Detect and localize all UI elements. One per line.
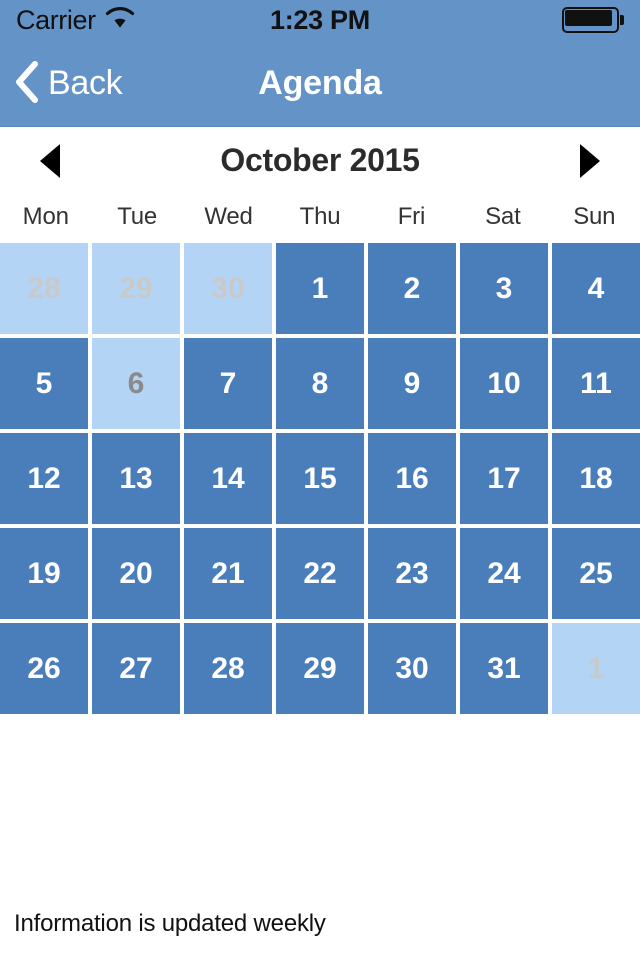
previous-month-button[interactable] [6,143,94,178]
chevron-left-icon [14,60,40,107]
calendar-day-cell[interactable]: 12 [0,433,88,524]
month-navigation-bar: October 2015 [0,127,640,194]
month-year-label: October 2015 [220,142,420,178]
status-bar-left: Carrier [16,5,135,36]
status-bar-right [562,7,624,33]
navigation-bar: Back Agenda [0,40,640,127]
calendar-day-cell[interactable]: 28 [0,243,88,334]
weekday-header-row: Mon Tue Wed Thu Fri Sat Sun [0,194,640,239]
calendar-day-cell[interactable]: 18 [552,433,640,524]
calendar-day-cell[interactable]: 9 [368,338,456,429]
calendar-day-cell[interactable]: 27 [92,623,180,714]
weekday-label-tue: Tue [117,202,158,230]
carrier-label: Carrier [16,4,96,35]
weekday-label-wed: Wed [204,202,253,230]
calendar-day-cell[interactable]: 29 [276,623,364,714]
calendar-day-cell[interactable]: 23 [368,528,456,619]
calendar-day-cell[interactable]: 8 [276,338,364,429]
weekday-label-sun: Sun [573,202,616,230]
footer-note: Information is updated weekly [14,910,326,937]
triangle-left-icon [40,143,60,178]
back-button-label: Back [48,63,123,102]
calendar-day-cell[interactable]: 15 [276,433,364,524]
next-month-button[interactable] [546,143,634,178]
calendar-day-cell[interactable]: 10 [460,338,548,429]
calendar-day-cell[interactable]: 13 [92,433,180,524]
wifi-icon [105,6,135,34]
calendar-day-cell[interactable]: 6 [92,338,180,429]
calendar-day-cell[interactable]: 3 [460,243,548,334]
calendar-day-cell[interactable]: 11 [552,338,640,429]
calendar-day-cell[interactable]: 30 [184,243,272,334]
calendar-day-cell[interactable]: 25 [552,528,640,619]
weekday-label-thu: Thu [299,202,341,230]
calendar-day-cell[interactable]: 4 [552,243,640,334]
calendar-day-cell[interactable]: 7 [184,338,272,429]
triangle-right-icon [580,143,600,178]
calendar-day-cell[interactable]: 19 [0,528,88,619]
weekday-label-mon: Mon [22,202,69,230]
calendar-day-cell[interactable]: 31 [460,623,548,714]
calendar-grid: 28 29 30 1 2 3 4 5 6 7 8 9 10 11 12 13 14 15 16 17 18 19 20 21 2… [0,239,640,714]
calendar-day-cell[interactable]: 5 [0,338,88,429]
calendar-day-cell[interactable]: 22 [276,528,364,619]
calendar-day-cell[interactable]: 1 [276,243,364,334]
back-button[interactable]: Back [0,60,123,107]
app-screen: Carrier 1:23 PM Back Agenda October 2015… [0,0,640,960]
calendar-day-cell[interactable]: 28 [184,623,272,714]
status-bar: Carrier 1:23 PM [0,0,640,40]
calendar-day-cell[interactable]: 14 [184,433,272,524]
calendar-day-cell[interactable]: 17 [460,433,548,524]
battery-full-icon [562,7,624,33]
calendar-day-cell[interactable]: 30 [368,623,456,714]
weekday-label-fri: Fri [397,202,426,230]
calendar-day-cell[interactable]: 24 [460,528,548,619]
calendar-day-cell[interactable]: 1 [552,623,640,714]
calendar-day-cell[interactable]: 21 [184,528,272,619]
calendar-day-cell[interactable]: 20 [92,528,180,619]
calendar-day-cell[interactable]: 26 [0,623,88,714]
weekday-label-sat: Sat [485,202,521,230]
calendar-day-cell[interactable]: 2 [368,243,456,334]
calendar-day-cell[interactable]: 16 [368,433,456,524]
calendar-day-cell[interactable]: 29 [92,243,180,334]
